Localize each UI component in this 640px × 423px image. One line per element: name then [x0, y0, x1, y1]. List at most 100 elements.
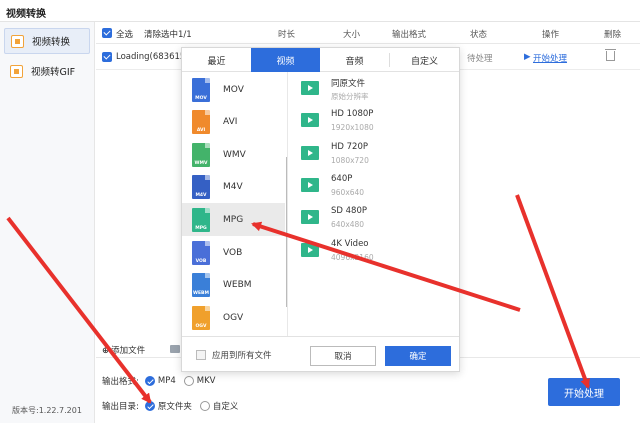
- play-icon: ▶: [524, 52, 531, 62]
- mov-file-icon: MOV: [192, 77, 210, 102]
- format-item-mov[interactable]: MOV MOV: [182, 73, 285, 106]
- file-name: Loading(683615: [116, 52, 186, 62]
- resolution-item[interactable]: SD 480P 640x480: [301, 202, 451, 234]
- video-preset-icon: [301, 113, 319, 128]
- vob-file-icon: VOB: [192, 240, 210, 265]
- col-output-format: 输出格式: [392, 30, 427, 40]
- add-folder-icon[interactable]: [170, 345, 180, 353]
- format-item-m4v[interactable]: M4V M4V: [182, 171, 285, 204]
- resolution-item[interactable]: 4K Video 4096x2160: [301, 235, 451, 267]
- radio-mp4[interactable]: [144, 376, 155, 386]
- output-format-row: 输出格式: MP4 MKV: [102, 374, 223, 388]
- format-name: MOV: [223, 84, 244, 95]
- icon-badge-text: AVI: [196, 128, 206, 134]
- trash-icon[interactable]: [605, 49, 616, 61]
- tab-video[interactable]: 视频: [251, 48, 320, 72]
- resolution-list: 同原文件原始分辨率 HD 1080P 1920x1080 HD 720P 1080x72…: [289, 72, 459, 336]
- resolution-title: HD 1080P: [331, 109, 374, 120]
- start-processing-button[interactable]: 开始处理: [548, 378, 620, 406]
- title-bar: 视频转换: [0, 0, 640, 22]
- sidebar: 视频转换 视频转GIF 版本号:1.22.7.201: [0, 22, 95, 423]
- col-duration: 时长: [278, 30, 296, 40]
- tab-recent[interactable]: 最近: [182, 48, 251, 72]
- popup-tabs: 最近 视频 音频 自定义: [182, 48, 459, 72]
- icon-badge-text: WEBM: [193, 291, 209, 297]
- resolution-size: 1080x720: [331, 155, 369, 165]
- apply-all-checkbox[interactable]: [196, 350, 206, 360]
- format-name: M4V: [223, 182, 243, 193]
- format-list-scrollbar[interactable]: [286, 157, 287, 307]
- format-item-mpg[interactable]: MPG MPG: [182, 203, 285, 237]
- video-preset-icon: [301, 81, 319, 95]
- icon-badge-text: MPG: [195, 225, 207, 231]
- row-checkbox[interactable]: [102, 52, 112, 62]
- resolution-size: 640x480: [331, 220, 365, 230]
- resolution-size: 原始分辨率: [331, 92, 369, 101]
- icon-badge-text: OGV: [195, 323, 207, 329]
- resolution-title: 同原文件: [331, 79, 366, 89]
- sidebar-item-video-convert[interactable]: 视频转换: [4, 28, 90, 54]
- table-header: 全选 清除选中1/1 时长 大小 输出格式 状态 操作 删除: [96, 22, 640, 44]
- resolution-item[interactable]: 640P 960x640: [301, 170, 451, 202]
- radio-mkv-label: MKV: [196, 376, 216, 386]
- radio-custom-folder-label: 自定义: [212, 402, 239, 412]
- radio-original-folder[interactable]: [144, 401, 155, 411]
- clear-selected-link[interactable]: 清除选中1/1: [144, 28, 192, 40]
- format-name: MPG: [223, 214, 244, 225]
- app-title: 视频转换: [6, 9, 46, 20]
- video-preset-icon: [301, 145, 319, 160]
- gif-icon: [10, 64, 23, 78]
- resolution-item[interactable]: 同原文件 原始分辨率: [301, 73, 451, 105]
- format-list: MOV MOV AVI AVI WMV WMV M4V M4V MPG MPG VOB VOB WEBM…: [182, 72, 288, 336]
- ok-button[interactable]: 确定: [385, 346, 451, 366]
- format-name: AVI: [223, 117, 238, 128]
- wmv-file-icon: WMV: [192, 142, 210, 167]
- select-all-label: 全选: [116, 30, 134, 40]
- output-format-label: 输出格式:: [102, 377, 139, 387]
- format-item-webm[interactable]: WEBM WEBM: [182, 269, 285, 302]
- output-dir-row: 输出目录: 原文件夹 自定义: [102, 399, 246, 413]
- resolution-size: 1920x1080: [331, 123, 374, 133]
- resolution-title: 4K Video: [331, 238, 369, 249]
- format-name: OGV: [223, 312, 244, 323]
- apply-all-label: 应用到所有文件: [212, 351, 272, 361]
- sidebar-item-label: 视频转GIF: [31, 67, 76, 78]
- cancel-button[interactable]: 取消: [310, 346, 376, 366]
- video-convert-icon: [11, 34, 24, 48]
- format-item-wmv[interactable]: WMV WMV: [182, 138, 285, 171]
- format-item-vob[interactable]: VOB VOB: [182, 236, 285, 269]
- format-item-ogv[interactable]: OGV OGV: [182, 301, 285, 334]
- resolution-title: 640P: [331, 173, 353, 184]
- radio-mkv[interactable]: [183, 376, 194, 386]
- avi-file-icon: AVI: [192, 110, 210, 135]
- add-file-button[interactable]: ⊕ 添加文件: [102, 344, 145, 356]
- tab-custom[interactable]: 自定义: [390, 48, 459, 72]
- col-delete: 删除: [604, 30, 622, 40]
- resolution-item[interactable]: HD 720P 1080x720: [301, 138, 451, 170]
- video-preset-icon: [301, 177, 319, 192]
- add-file-label: 添加文件: [111, 346, 146, 356]
- plus-icon: ⊕: [102, 346, 110, 356]
- format-name: VOB: [223, 247, 243, 258]
- icon-badge-text: VOB: [195, 258, 207, 264]
- format-item-avi[interactable]: AVI AVI: [182, 106, 285, 139]
- video-preset-icon: [301, 242, 319, 257]
- col-status: 状态: [470, 30, 488, 40]
- radio-original-folder-label: 原文件夹: [157, 402, 192, 412]
- version-label: 版本号:1.22.7.201: [12, 406, 82, 415]
- start-process-link[interactable]: 开始处理: [533, 52, 567, 64]
- apply-all-option[interactable]: 应用到所有文件: [196, 349, 272, 361]
- output-dir-label: 输出目录:: [102, 402, 139, 412]
- radio-custom-folder[interactable]: [199, 401, 210, 411]
- tab-audio[interactable]: 音频: [320, 48, 389, 72]
- resolution-item[interactable]: HD 1080P 1920x1080: [301, 105, 451, 137]
- mpg-file-icon: MPG: [192, 207, 210, 232]
- ogv-file-icon: OGV: [192, 305, 210, 330]
- select-all-checkbox[interactable]: [102, 28, 112, 38]
- sidebar-item-video-to-gif[interactable]: 视频转GIF: [4, 58, 90, 84]
- icon-badge-text: MOV: [195, 95, 207, 101]
- resolution-size: 960x640: [331, 187, 365, 197]
- format-popup: 最近 视频 音频 自定义 MOV MOV AVI AVI WMV WMV M4V M4V MPG…: [181, 47, 460, 372]
- popup-footer: 应用到所有文件 取消 确定: [182, 336, 459, 372]
- radio-mp4-label: MP4: [157, 376, 176, 386]
